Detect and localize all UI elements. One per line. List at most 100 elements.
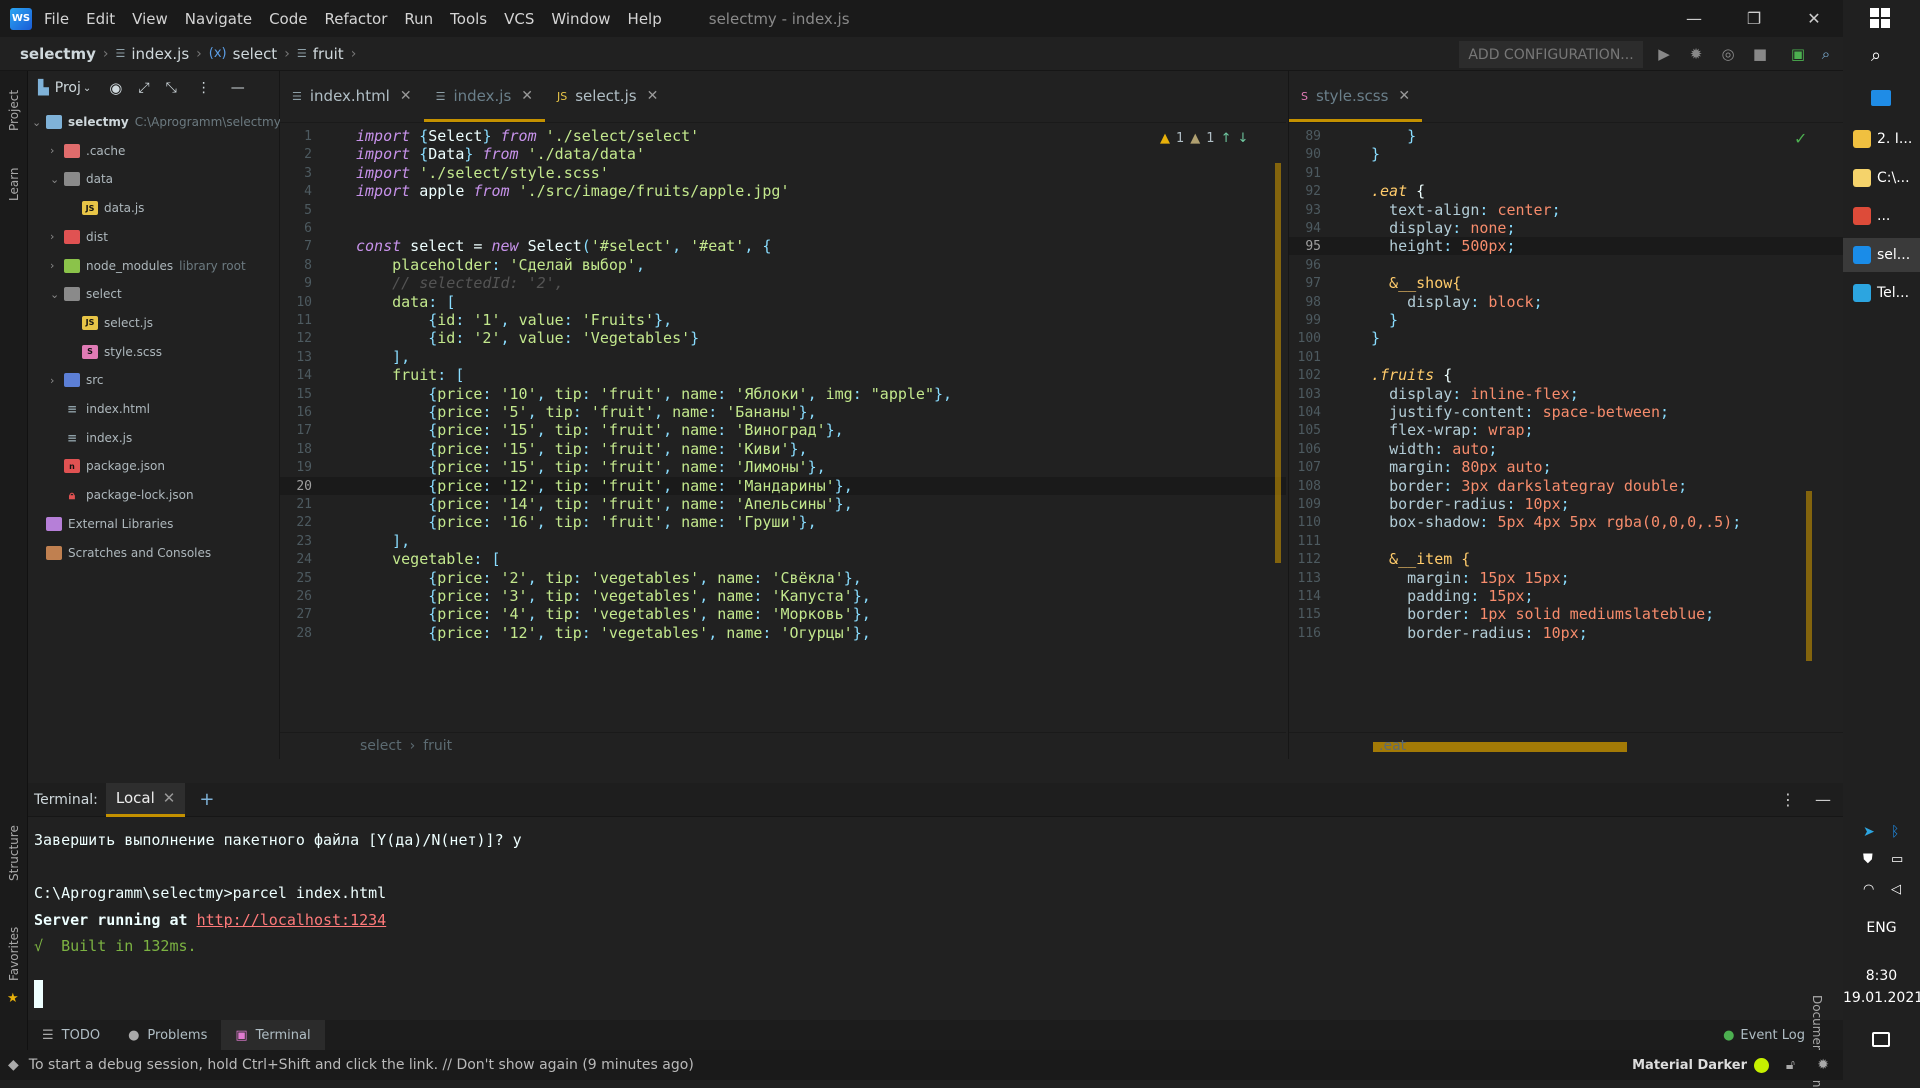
code-line[interactable]: {price: '15', tip: 'fruit', name: 'Виног… (356, 421, 843, 439)
chevron-right-icon[interactable]: › (50, 144, 64, 157)
menu-file[interactable]: File (44, 10, 69, 28)
breadcrumb-item[interactable]: .eat (1379, 738, 1406, 754)
code-line[interactable]: {id: '1', value: 'Fruits'}, (356, 311, 672, 329)
code-line[interactable]: import {Select} from './select/select' (356, 127, 699, 145)
code-line[interactable]: placeholder: 'Сделай выбор', (356, 256, 645, 274)
expand-icon[interactable]: ⤢ (138, 80, 149, 96)
menu-tools[interactable]: Tools (450, 10, 487, 28)
taskbar-item[interactable]: C:\... (1843, 161, 1920, 195)
code-line[interactable]: import {Data} from './data/data' (356, 145, 645, 163)
code-line[interactable]: } (1371, 145, 1380, 163)
tab-index-html[interactable]: ☰ index.html ✕ (280, 70, 424, 122)
bluetooth-icon[interactable]: ᛒ (1891, 824, 1899, 840)
notification-icon[interactable] (1872, 1032, 1890, 1047)
menu-help[interactable]: Help (628, 10, 662, 28)
code-line[interactable]: .eat { (1371, 182, 1425, 200)
code-line[interactable]: &__item { (1371, 550, 1470, 568)
code-line[interactable]: } (1371, 127, 1416, 145)
taskbar-item[interactable]: 2. I... (1843, 122, 1920, 156)
chevron-right-icon[interactable]: › (50, 230, 64, 243)
code-line[interactable]: {price: '15', tip: 'fruit', name: 'Киви'… (356, 440, 807, 458)
chevron-right-icon[interactable]: › (50, 374, 64, 387)
tree-item-scratches-and-consoles[interactable]: Scratches and Consoles (32, 536, 211, 570)
windows-start-icon[interactable] (1870, 8, 1890, 28)
add-terminal-icon[interactable]: + (199, 789, 214, 810)
breadcrumb-item[interactable]: select (360, 738, 402, 754)
code-line[interactable]: {price: '5', tip: 'fruit', name: 'Бананы… (356, 403, 816, 421)
project-tool-tab[interactable]: Project (7, 90, 21, 131)
code-area-right[interactable]: 89 } 90} 91 92 .eat {93 text-align: center; 9… (1289, 123, 1844, 732)
collapse-icon[interactable]: ⤡ (166, 80, 177, 96)
favorites-tool-tab[interactable]: Favorites (7, 927, 21, 981)
status-message[interactable]: To start a debug session, hold Ctrl+Shif… (29, 1057, 694, 1073)
scrollbar-thumb[interactable] (1275, 163, 1281, 563)
scrollbar-thumb-right[interactable] (1806, 491, 1812, 661)
terminal-toolbar-icon[interactable]: ▣ (1786, 42, 1810, 66)
search-icon[interactable]: ⌕ (1814, 42, 1838, 66)
battery-icon[interactable]: ▭ (1891, 852, 1903, 867)
breadcrumb-item[interactable]: fruit (423, 738, 452, 754)
code-line[interactable]: margin: 80px auto; (1371, 458, 1552, 476)
locate-icon[interactable]: ◉ (109, 79, 122, 97)
taskbar-item[interactable]: ... (1843, 199, 1920, 233)
code-line[interactable]: display: none; (1371, 219, 1515, 237)
chevron-right-icon[interactable]: › (50, 259, 64, 272)
code-line[interactable]: {price: '15', tip: 'fruit', name: 'Лимон… (356, 458, 825, 476)
menu-vcs[interactable]: VCS (504, 10, 534, 28)
volume-icon[interactable]: ◁ (1891, 882, 1901, 897)
code-line[interactable]: {price: '12', tip: 'vegetables', name: '… (356, 624, 871, 642)
code-line[interactable]: fruit: [ (356, 366, 464, 384)
code-line[interactable]: {price: '16', tip: 'fruit', name: 'Груши… (356, 513, 816, 531)
code-line[interactable]: .fruits { (1371, 366, 1452, 384)
code-line[interactable]: ], (356, 532, 410, 550)
crumb-variable[interactable]: (x) select (209, 45, 277, 63)
menu-code[interactable]: Code (269, 10, 307, 28)
terminal-tab[interactable]: ▣ Terminal (221, 1020, 325, 1050)
todo-tab[interactable]: ☰ TODO (28, 1020, 114, 1050)
crumb-property[interactable]: ☰ fruit (297, 45, 344, 63)
learn-tool-tab[interactable]: Learn (7, 167, 21, 201)
code-line[interactable]: display: block; (1371, 293, 1542, 311)
code-line[interactable]: } (1371, 311, 1398, 329)
mail-icon[interactable] (1871, 90, 1891, 106)
telegram-tray-icon[interactable]: ➤ (1863, 824, 1875, 840)
webstorm-logo-icon[interactable]: WS (10, 7, 32, 30)
code-line[interactable]: width: auto; (1371, 440, 1497, 458)
code-line[interactable]: box-shadow: 5px 4px 5px rgba(0,0,0,.5); (1371, 513, 1741, 531)
crumb-project[interactable]: selectmy (20, 45, 96, 63)
code-line[interactable]: {price: '12', tip: 'fruit', name: 'Манда… (356, 477, 852, 495)
taskbar-item[interactable]: Tel... (1843, 276, 1920, 310)
coverage-icon[interactable]: ◎ (1716, 42, 1740, 66)
code-line[interactable]: display: inline-flex; (1371, 385, 1579, 403)
close-icon[interactable]: ✕ (647, 88, 659, 104)
code-line[interactable]: vegetable: [ (356, 550, 500, 568)
code-line[interactable]: &__show{ (1371, 274, 1461, 292)
menu-navigate[interactable]: Navigate (185, 10, 252, 28)
crumb-file[interactable]: ☰ index.js (116, 45, 190, 63)
problems-tab[interactable]: ● Problems (114, 1020, 221, 1050)
chevron-down-icon[interactable]: ⌄ (83, 83, 91, 94)
code-line[interactable]: ], (356, 348, 410, 366)
project-panel-title[interactable]: Proj (55, 80, 81, 96)
code-line[interactable]: padding: 15px; (1371, 587, 1533, 605)
search-icon[interactable]: ⌕ (1871, 45, 1881, 66)
restore-icon[interactable]: ❐ (1724, 0, 1784, 37)
close-icon[interactable]: ✕ (1398, 88, 1410, 104)
code-line[interactable]: {price: '10', tip: 'fruit', name: 'Яблок… (356, 385, 952, 403)
bug-icon[interactable]: ✹ (1817, 1057, 1829, 1073)
language-indicator[interactable]: ENG (1843, 920, 1920, 936)
code-line[interactable]: border: 1px solid mediumslateblue; (1371, 605, 1714, 623)
tab-style-scss[interactable]: Sstyle.scss ✕ (1289, 70, 1423, 122)
menu-refactor[interactable]: Refactor (324, 10, 387, 28)
event-log-button[interactable]: ● Event Log (1723, 1028, 1805, 1043)
code-line[interactable]: {id: '2', value: 'Vegetables'} (356, 329, 699, 347)
clock-time[interactable]: 8:30 (1843, 968, 1920, 984)
code-line[interactable]: const select = new Select('#select', '#e… (356, 237, 771, 255)
code-line[interactable]: border-radius: 10px; (1371, 624, 1588, 642)
localhost-link[interactable]: http://localhost:1234 (197, 911, 387, 929)
run-icon[interactable]: ▶ (1652, 42, 1676, 66)
hide-icon[interactable]: — (231, 80, 245, 96)
options-icon[interactable]: ⋮ (1780, 790, 1796, 809)
close-icon[interactable]: ✕ (1784, 0, 1844, 37)
code-line[interactable]: import './select/style.scss' (356, 164, 609, 182)
